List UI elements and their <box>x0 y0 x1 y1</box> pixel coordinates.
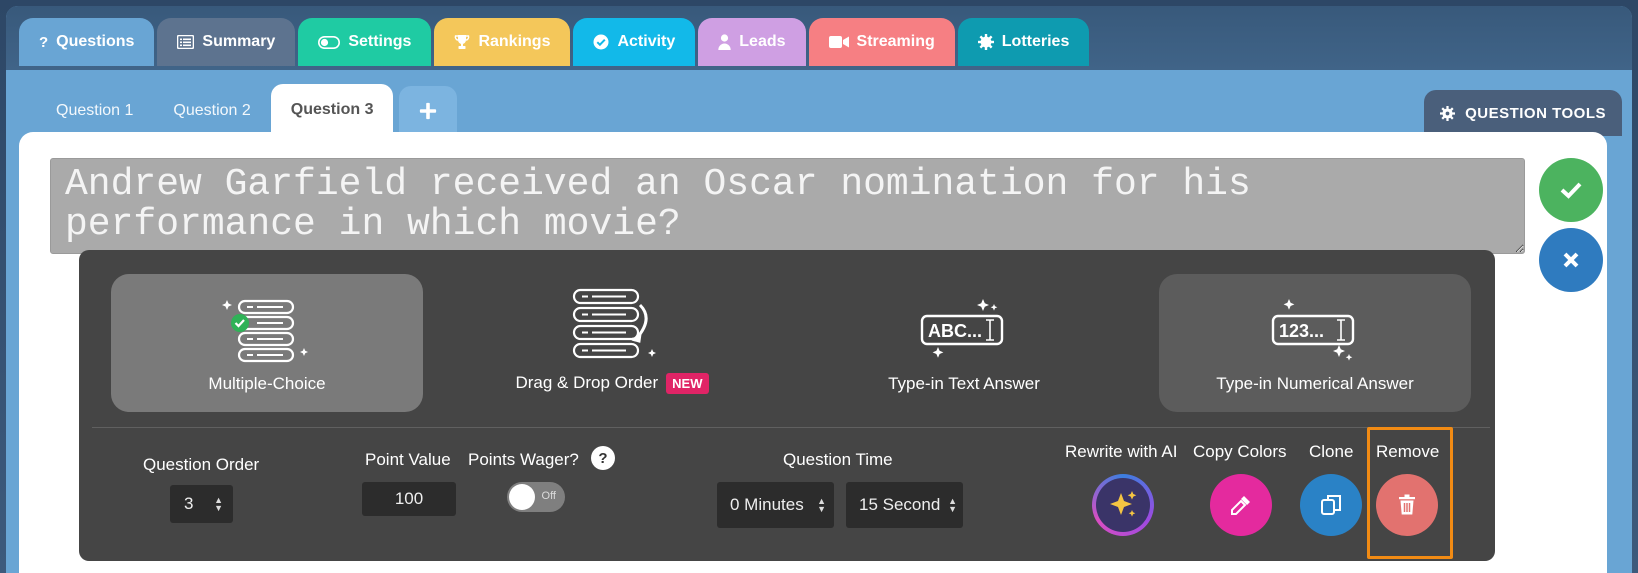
numerical-answer-icon: 123... <box>1271 299 1355 361</box>
question-tools-button[interactable]: QUESTION TOOLS <box>1424 90 1622 136</box>
divider <box>92 427 1490 428</box>
question-tab-1[interactable]: Question 1 <box>36 86 153 136</box>
confirm-button[interactable] <box>1539 158 1603 222</box>
question-order-label: Question Order <box>143 455 260 474</box>
question-text-input[interactable]: Andrew Garfield received an Oscar nomina… <box>50 158 1525 254</box>
tab-label: Settings <box>348 33 412 50</box>
tab-label: Questions <box>56 33 135 50</box>
eyedropper-icon <box>1231 496 1250 515</box>
question-order-value: 3 <box>184 494 194 513</box>
minutes-value: 0 Minutes <box>730 495 804 514</box>
tab-label: Leads <box>739 33 786 50</box>
remove-highlight <box>1367 427 1453 559</box>
check-icon <box>1560 182 1582 199</box>
drag-drop-label-row: Drag & Drop Order NEW <box>515 373 709 394</box>
question-tab-3[interactable]: Question 3 <box>270 84 394 136</box>
question-tab-bar: Question 1 Question 2 Question 3 <box>36 84 458 136</box>
question-order-select[interactable]: 3 ▲ ▼ <box>170 485 233 523</box>
multiple-choice-icon <box>222 299 308 363</box>
seconds-select[interactable]: 15 Second ▲ ▼ <box>846 482 963 528</box>
stepper-arrows-icon: ▲ ▼ <box>214 495 223 513</box>
seconds-value: 15 Second <box>859 495 941 514</box>
clone-label: Clone <box>1309 442 1354 461</box>
help-icon[interactable]: ? <box>591 446 615 470</box>
multiple-choice-option[interactable]: Multiple-Choice <box>111 274 423 412</box>
tab-label: Activity <box>617 33 676 50</box>
new-badge: NEW <box>666 373 709 394</box>
question-tools-label: QUESTION TOOLS <box>1465 104 1606 122</box>
copy-icon <box>1321 495 1341 515</box>
question-time-label: Question Time <box>783 450 893 469</box>
video-icon <box>828 35 849 49</box>
stepper-arrows-icon: ▲ ▼ <box>948 496 957 514</box>
question-tab-2[interactable]: Question 2 <box>153 86 270 136</box>
drag-drop-option[interactable]: Drag & Drop Order NEW <box>456 274 768 412</box>
text-answer-glyph: ABC... <box>928 321 982 341</box>
rewrite-ai-inner <box>1096 478 1150 532</box>
drag-drop-icon <box>572 288 656 359</box>
tab-activity[interactable]: Activity <box>573 18 696 66</box>
multiple-choice-label: Multiple-Choice <box>208 374 326 393</box>
tab-label: Summary <box>202 33 276 50</box>
main-tab-bar: ? Questions Summary Settings Rankings Ac… <box>19 18 1092 66</box>
tab-label: Streaming <box>856 33 935 50</box>
toggle-state-label: Off <box>541 490 556 502</box>
close-icon <box>1563 252 1579 268</box>
text-answer-icon: ABC... <box>920 299 1004 358</box>
tab-label: Lotteries <box>1001 33 1070 50</box>
trophy-icon <box>454 34 470 50</box>
tab-settings[interactable]: Settings <box>298 18 432 66</box>
list-icon <box>177 35 195 49</box>
points-wager-label: Points Wager? <box>468 450 579 469</box>
point-value-input[interactable]: 100 <box>362 482 456 516</box>
copy-colors-label: Copy Colors <box>1193 442 1287 461</box>
drag-drop-label: Drag & Drop Order <box>515 373 659 392</box>
text-answer-option[interactable]: ABC... Type-in Text Answer <box>808 274 1120 412</box>
gear-icon <box>1440 105 1456 121</box>
numerical-answer-label: Type-in Numerical Answer <box>1216 374 1414 393</box>
tab-label: Rankings <box>478 33 551 50</box>
text-answer-label: Type-in Text Answer <box>888 374 1040 393</box>
rewrite-ai-label: Rewrite with AI <box>1065 442 1178 461</box>
check-circle-icon <box>593 34 609 50</box>
toggle-knob <box>509 484 535 510</box>
add-question-button[interactable] <box>399 86 458 136</box>
tab-summary[interactable]: Summary <box>157 18 296 66</box>
plus-icon <box>420 102 437 120</box>
point-value-label: Point Value <box>365 450 451 469</box>
cancel-button[interactable] <box>1539 228 1603 292</box>
copy-colors-button[interactable] <box>1210 474 1272 536</box>
numerical-answer-option[interactable]: 123... Type-in Numerical Answer <box>1159 274 1471 412</box>
rewrite-ai-button[interactable] <box>1092 474 1154 536</box>
numerical-answer-glyph: 123... <box>1279 321 1324 341</box>
sparkles-icon <box>1110 491 1137 517</box>
tab-rankings[interactable]: Rankings <box>434 18 571 66</box>
question-icon: ? <box>39 33 49 51</box>
tab-streaming[interactable]: Streaming <box>808 18 955 66</box>
tab-lotteries[interactable]: Lotteries <box>957 18 1090 66</box>
stepper-arrows-icon: ▲ ▼ <box>817 496 826 514</box>
tab-leads[interactable]: Leads <box>698 18 806 66</box>
points-wager-toggle[interactable]: Off <box>507 482 565 512</box>
tab-questions[interactable]: ? Questions <box>19 18 155 66</box>
minutes-select[interactable]: 0 Minutes ▲ ▼ <box>717 482 834 528</box>
gear-icon <box>977 34 994 50</box>
toggle-icon <box>318 35 341 49</box>
user-icon <box>718 34 731 50</box>
clone-button[interactable] <box>1300 474 1362 536</box>
